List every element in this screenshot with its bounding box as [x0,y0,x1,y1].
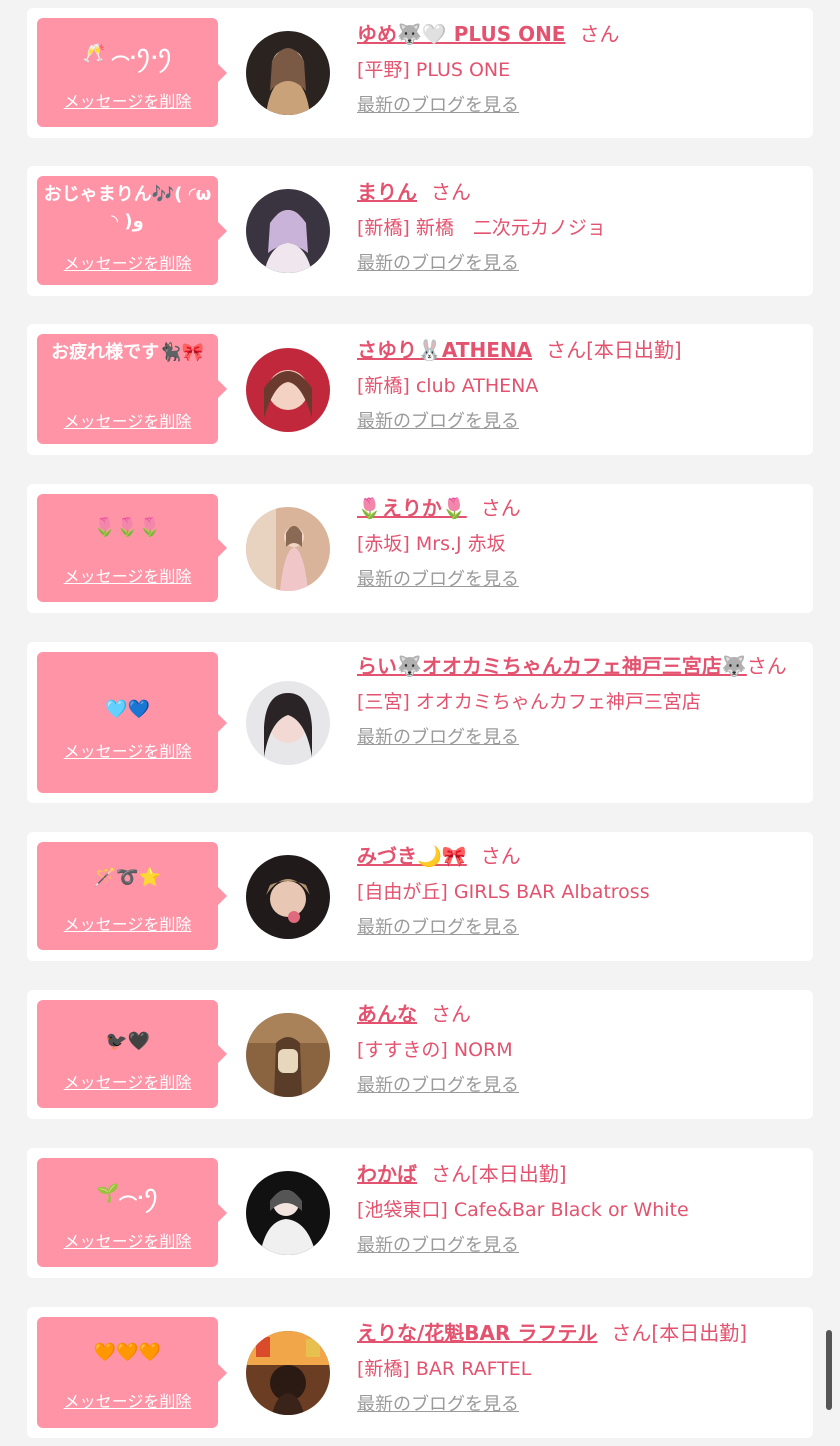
host-info: 🌷えりか🌷 さん [赤坂] Mrs.J 赤坂 最新のブログを見る [357,492,797,594]
avatar[interactable] [246,1171,330,1255]
host-info: ゆめ🐺🤍 PLUS ONE さん [平野] PLUS ONE 最新のブログを見る [357,18,797,120]
latest-blog-link[interactable]: 最新のブログを見る [357,1232,519,1260]
message-text: 🌱︵.ꪆ [96,1183,159,1204]
latest-blog-link[interactable]: 最新のブログを見る [357,1072,519,1100]
latest-blog-link[interactable]: 最新のブログを見る [357,250,519,278]
delete-message-link[interactable]: メッセージを削除 [37,412,218,432]
avatar[interactable] [246,681,330,765]
message-card: 🪄➰⭐️ メッセージを削除 みづき🌙🎀 さん [自由が丘] GIRLS BAR A… [27,832,813,961]
host-info: まりん さん [新橋] 新橋 二次元カノジョ 最新のブログを見る [357,176,797,278]
honorific: さん [431,1002,471,1026]
message-card: 🥂 ︵.ꪆ.ꪆ メッセージを削除 ゆめ🐺🤍 PLUS ONE さん [平野] PL… [27,8,813,138]
shop-name: [自由が丘] GIRLS BAR Albatross [357,881,650,903]
host-name-link[interactable]: 🌷えりか🌷 [357,496,467,520]
shop-name: [すすきの] NORM [357,1039,513,1061]
avatar[interactable] [246,189,330,273]
host-name-link[interactable]: あんな [357,1002,417,1026]
work-status: [本日出勤] [471,1162,567,1186]
message-text: 🌷🌷🌷 [93,517,162,538]
avatar[interactable] [246,1331,330,1415]
honorific: さん [746,654,787,678]
shop-name: [赤坂] Mrs.J 赤坂 [357,533,506,555]
host-name-link[interactable]: えりな/花魁BAR ラフテル [357,1321,597,1345]
message-text: 🧡🧡🧡 [93,1342,162,1363]
message-card: お疲れ様です🐈‍⬛🎀 メッセージを削除 さゆり🐰ATHENA さん[本日出勤] [… [27,324,813,455]
delete-message-link[interactable]: メッセージを削除 [37,742,218,762]
message-text: おじゃまりん🎶( ◜ω◝ )و [43,184,212,232]
host-name-link[interactable]: らい🐺オオカミちゃんカフェ神戸三宮店🐺 [357,654,747,678]
host-name-link[interactable]: ゆめ🐺🤍 PLUS ONE [357,22,565,46]
latest-blog-link[interactable]: 最新のブログを見る [357,92,519,120]
avatar[interactable] [246,855,330,939]
avatar[interactable] [246,1013,330,1097]
message-card: 🧡🧡🧡 メッセージを削除 えりな/花魁BAR ラフテル さん[本日出勤] [新橋]… [27,1307,813,1438]
message-text: 🩵💙 [105,699,150,720]
delete-message-link[interactable]: メッセージを削除 [37,92,218,112]
message-text: 🥂 ︵.ꪆ.ꪆ [82,43,173,64]
message-bubble: 🧡🧡🧡 メッセージを削除 [37,1317,227,1428]
scrollbar[interactable] [826,1330,832,1410]
delete-message-link[interactable]: メッセージを削除 [37,567,218,587]
honorific: さん [546,338,587,362]
message-card: 🌷🌷🌷 メッセージを削除 🌷えりか🌷 さん [赤坂] Mrs.J 赤坂 最新のブロ… [27,484,813,613]
message-bubble: 🪄➰⭐️ メッセージを削除 [37,842,227,950]
honorific: さん [579,22,620,46]
message-bubble: 🩵💙 メッセージを削除 [37,652,227,793]
shop-name: [池袋東口] Cafe&Bar Black or White [357,1199,689,1221]
shop-name: [平野] PLUS ONE [357,59,511,81]
work-status: [本日出勤] [651,1321,747,1345]
host-name-link[interactable]: みづき🌙🎀 [357,844,467,868]
delete-message-link[interactable]: メッセージを削除 [37,1392,218,1412]
message-bubble: 🐦‍⬛🖤 メッセージを削除 [37,1000,227,1108]
shop-name: [三宮] オオカミちゃんカフェ神戸三宮店 [357,691,701,713]
honorific: さん [480,496,521,520]
host-name-link[interactable]: さゆり🐰ATHENA [357,338,532,362]
host-info: さゆり🐰ATHENA さん[本日出勤] [新橋] club ATHENA 最新のブ… [357,334,797,436]
shop-name: [新橋] BAR RAFTEL [357,1358,532,1380]
message-card: 🌱︵.ꪆ メッセージを削除 わかば さん[本日出勤] [池袋東口] Cafe&Ba… [27,1148,813,1278]
message-bubble: 🥂 ︵.ꪆ.ꪆ メッセージを削除 [37,18,227,127]
latest-blog-link[interactable]: 最新のブログを見る [357,914,519,942]
delete-message-link[interactable]: メッセージを削除 [37,254,218,274]
message-text: 🪄➰⭐️ [93,867,162,888]
message-card: 🩵💙 メッセージを削除 らい🐺オオカミちゃんカフェ神戸三宮店🐺さん [三宮] オ… [27,642,813,803]
host-info: あんな さん [すすきの] NORM 最新のブログを見る [357,998,797,1100]
latest-blog-link[interactable]: 最新のブログを見る [357,408,519,436]
delete-message-link[interactable]: メッセージを削除 [37,1232,218,1252]
message-text: 🐦‍⬛🖤 [105,1031,150,1052]
message-bubble: 🌷🌷🌷 メッセージを削除 [37,494,227,602]
honorific: さん [611,1321,652,1345]
host-info: らい🐺オオカミちゃんカフェ神戸三宮店🐺さん [三宮] オオカミちゃんカフェ神戸三… [357,650,797,752]
host-name-link[interactable]: まりん [357,180,417,204]
latest-blog-link[interactable]: 最新のブログを見る [357,1391,519,1419]
avatar[interactable] [246,31,330,115]
message-bubble: お疲れ様です🐈‍⬛🎀 メッセージを削除 [37,334,227,444]
host-info: わかば さん[本日出勤] [池袋東口] Cafe&Bar Black or Whi… [357,1158,797,1260]
avatar[interactable] [246,348,330,432]
message-text: お疲れ様です🐈‍⬛🎀 [51,342,204,363]
work-status: [本日出勤] [586,338,682,362]
shop-name: [新橋] 新橋 二次元カノジョ [357,217,606,239]
delete-message-link[interactable]: メッセージを削除 [37,915,218,935]
honorific: さん [480,844,521,868]
message-bubble: おじゃまりん🎶( ◜ω◝ )و メッセージを削除 [37,176,227,285]
host-info: えりな/花魁BAR ラフテル さん[本日出勤] [新橋] BAR RAFTEL 最… [357,1317,797,1419]
message-card: おじゃまりん🎶( ◜ω◝ )و メッセージを削除 まりん さん [新橋] 新橋 二… [27,166,813,296]
host-name-link[interactable]: わかば [357,1162,417,1186]
honorific: さん [431,1162,471,1186]
delete-message-link[interactable]: メッセージを削除 [37,1073,218,1093]
latest-blog-link[interactable]: 最新のブログを見る [357,724,519,752]
message-bubble: 🌱︵.ꪆ メッセージを削除 [37,1158,227,1267]
honorific: さん [431,180,471,204]
shop-name: [新橋] club ATHENA [357,375,539,397]
latest-blog-link[interactable]: 最新のブログを見る [357,566,519,594]
host-info: みづき🌙🎀 さん [自由が丘] GIRLS BAR Albatross 最新のブロ… [357,840,797,942]
message-card: 🐦‍⬛🖤 メッセージを削除 あんな さん [すすきの] NORM 最新のブログを見… [27,990,813,1119]
avatar[interactable] [246,507,330,591]
